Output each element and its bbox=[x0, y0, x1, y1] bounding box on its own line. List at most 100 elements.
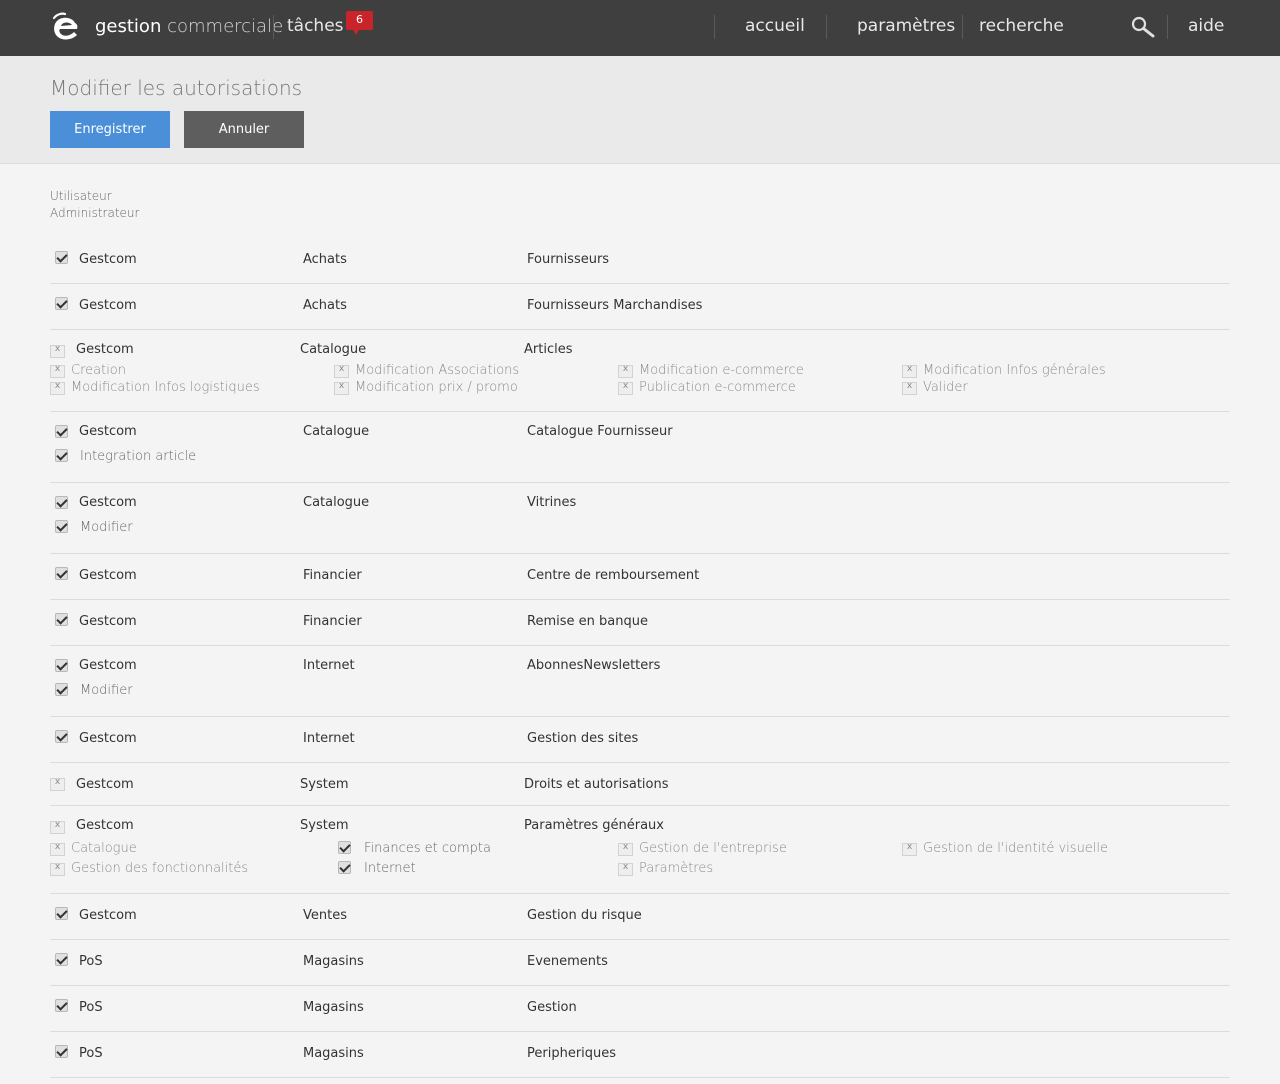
permission-feature: Gestion du risque bbox=[527, 908, 642, 923]
sub-permission-checkbox[interactable] bbox=[338, 841, 351, 854]
permission-module: Magasins bbox=[303, 1000, 364, 1015]
sub-permission-checkbox[interactable] bbox=[618, 381, 633, 395]
sub-permission-checkbox[interactable] bbox=[334, 381, 349, 395]
permission-module: Financier bbox=[303, 614, 362, 629]
divider bbox=[714, 15, 715, 39]
sub-permission-checkbox[interactable] bbox=[50, 364, 65, 378]
user-value: Administrateur bbox=[50, 206, 140, 220]
permission-app: PoS bbox=[79, 954, 103, 969]
tasks-count-badge[interactable]: 6 bbox=[346, 11, 373, 35]
e-logo-icon[interactable] bbox=[50, 12, 82, 44]
cancel-button[interactable]: Annuler bbox=[184, 111, 304, 148]
sub-permission-label: Publication e-commerce bbox=[639, 380, 796, 395]
permission-app: Gestcom bbox=[79, 731, 137, 746]
permission-checkbox[interactable] bbox=[55, 907, 68, 920]
sub-permission-checkbox[interactable] bbox=[55, 449, 68, 462]
brand-main: gestion bbox=[95, 16, 162, 37]
permission-feature: Centre de remboursement bbox=[527, 568, 700, 583]
nav-settings[interactable]: paramètres bbox=[857, 16, 955, 36]
sub-permission-label: Internet bbox=[364, 861, 416, 876]
sub-permission-label: Catalogue bbox=[71, 841, 137, 856]
permission-row: PoS Magasins Gestion bbox=[50, 986, 1230, 1032]
permission-row: Gestcom Achats Fournisseurs bbox=[50, 238, 1230, 284]
sub-permission-checkbox[interactable] bbox=[618, 842, 633, 856]
sub-permission-label: Gestion des fonctionnalités bbox=[71, 861, 249, 876]
permission-module: Ventes bbox=[303, 908, 347, 923]
sub-permission-checkbox[interactable] bbox=[902, 842, 917, 856]
permission-app: Gestcom bbox=[79, 908, 137, 923]
sub-permission-checkbox[interactable] bbox=[50, 381, 65, 395]
permission-checkbox[interactable] bbox=[55, 1045, 68, 1058]
divider bbox=[273, 15, 274, 39]
nav-search[interactable]: recherche bbox=[979, 16, 1064, 36]
nav-help[interactable]: aide bbox=[1188, 16, 1224, 36]
permission-checkbox[interactable] bbox=[50, 344, 65, 358]
permission-row: Gestcom Financier Remise en banque bbox=[50, 600, 1230, 646]
permission-checkbox[interactable] bbox=[55, 425, 68, 438]
save-button[interactable]: Enregistrer bbox=[50, 111, 170, 148]
permission-module: Catalogue bbox=[303, 495, 370, 510]
sub-permission-checkbox[interactable] bbox=[618, 364, 633, 378]
permission-row: Gestcom Ventes Gestion du risque bbox=[50, 894, 1230, 940]
permission-app: PoS bbox=[79, 1000, 103, 1015]
permission-row: Gestcom Internet Gestion des sites bbox=[50, 717, 1230, 763]
permission-row: Gestcom System Droits et autorisations bbox=[50, 763, 1230, 806]
sub-permission-checkbox[interactable] bbox=[334, 364, 349, 378]
permission-feature: Paramètres généraux bbox=[524, 818, 664, 833]
permission-row: Gestcom Internet AbonnesNewsletters Modifie… bbox=[50, 646, 1230, 717]
permission-row: Gestcom Catalogue Catalogue Fournisseur Int… bbox=[50, 412, 1230, 483]
permission-app: Gestcom bbox=[76, 777, 134, 792]
permission-checkbox[interactable] bbox=[55, 953, 68, 966]
permission-app: Gestcom bbox=[76, 342, 134, 357]
permission-app: Gestcom bbox=[79, 424, 137, 439]
sub-permission-checkbox[interactable] bbox=[902, 364, 917, 378]
permission-app: PoS bbox=[79, 1046, 103, 1061]
sub-permission-checkbox[interactable] bbox=[55, 520, 68, 533]
permission-app: Gestcom bbox=[79, 252, 137, 267]
permission-module: Internet bbox=[303, 731, 355, 746]
sub-permission-label: Paramètres bbox=[639, 861, 714, 876]
sub-permission-label: Modification Infos logistiques bbox=[71, 380, 260, 395]
magnifier-icon[interactable] bbox=[1131, 16, 1155, 38]
permission-checkbox[interactable] bbox=[55, 567, 68, 580]
sub-permission-label: Modification e-commerce bbox=[639, 363, 804, 378]
brand-sub: commerciale bbox=[167, 16, 284, 37]
permission-checkbox[interactable] bbox=[55, 251, 68, 264]
nav-home[interactable]: accueil bbox=[745, 16, 805, 36]
permission-checkbox[interactable] bbox=[55, 730, 68, 743]
permission-checkbox[interactable] bbox=[50, 820, 65, 834]
tasks-link[interactable]: tâches bbox=[287, 16, 344, 36]
permission-app: Gestcom bbox=[76, 818, 134, 833]
permission-row: Gestcom System Paramètres généraux Catalogu… bbox=[50, 806, 1230, 894]
sub-permission-checkbox[interactable] bbox=[618, 862, 633, 876]
sub-permission-checkbox[interactable] bbox=[50, 862, 65, 876]
sub-permission-label: Integration article bbox=[80, 449, 197, 464]
tasks-count: 6 bbox=[356, 13, 363, 26]
permission-feature: Gestion bbox=[527, 1000, 577, 1015]
permission-module: Financier bbox=[303, 568, 362, 583]
top-bar: gestion commerciale tâches 6 accueil par… bbox=[0, 0, 1280, 56]
permission-app: Gestcom bbox=[79, 658, 137, 673]
sub-permission-checkbox[interactable] bbox=[50, 842, 65, 856]
permission-checkbox[interactable] bbox=[55, 297, 68, 310]
permission-feature: Articles bbox=[524, 342, 573, 357]
permission-row: Gestcom Catalogue Articles Creation Modifica… bbox=[50, 330, 1230, 412]
permission-checkbox[interactable] bbox=[55, 999, 68, 1012]
permission-feature: Fournisseurs bbox=[527, 252, 610, 267]
permission-app: Gestcom bbox=[79, 614, 137, 629]
permission-feature: Droits et autorisations bbox=[524, 777, 669, 792]
sub-permission-checkbox[interactable] bbox=[902, 381, 917, 395]
sub-permission-label: Modifier bbox=[80, 520, 133, 535]
permission-module: Achats bbox=[303, 298, 347, 313]
sub-permission-checkbox[interactable] bbox=[338, 861, 351, 874]
permission-checkbox[interactable] bbox=[50, 777, 65, 791]
app-brand[interactable]: gestion commerciale bbox=[95, 16, 283, 37]
permission-checkbox[interactable] bbox=[55, 496, 68, 509]
permission-checkbox[interactable] bbox=[55, 659, 68, 672]
permission-module: Magasins bbox=[303, 954, 364, 969]
permission-feature: AbonnesNewsletters bbox=[527, 658, 661, 673]
permission-checkbox[interactable] bbox=[55, 613, 68, 626]
permission-row: PoS Magasins Evenements bbox=[50, 940, 1230, 986]
sub-permission-checkbox[interactable] bbox=[55, 683, 68, 696]
sub-permission-label: Gestion de l'entreprise bbox=[639, 841, 787, 856]
